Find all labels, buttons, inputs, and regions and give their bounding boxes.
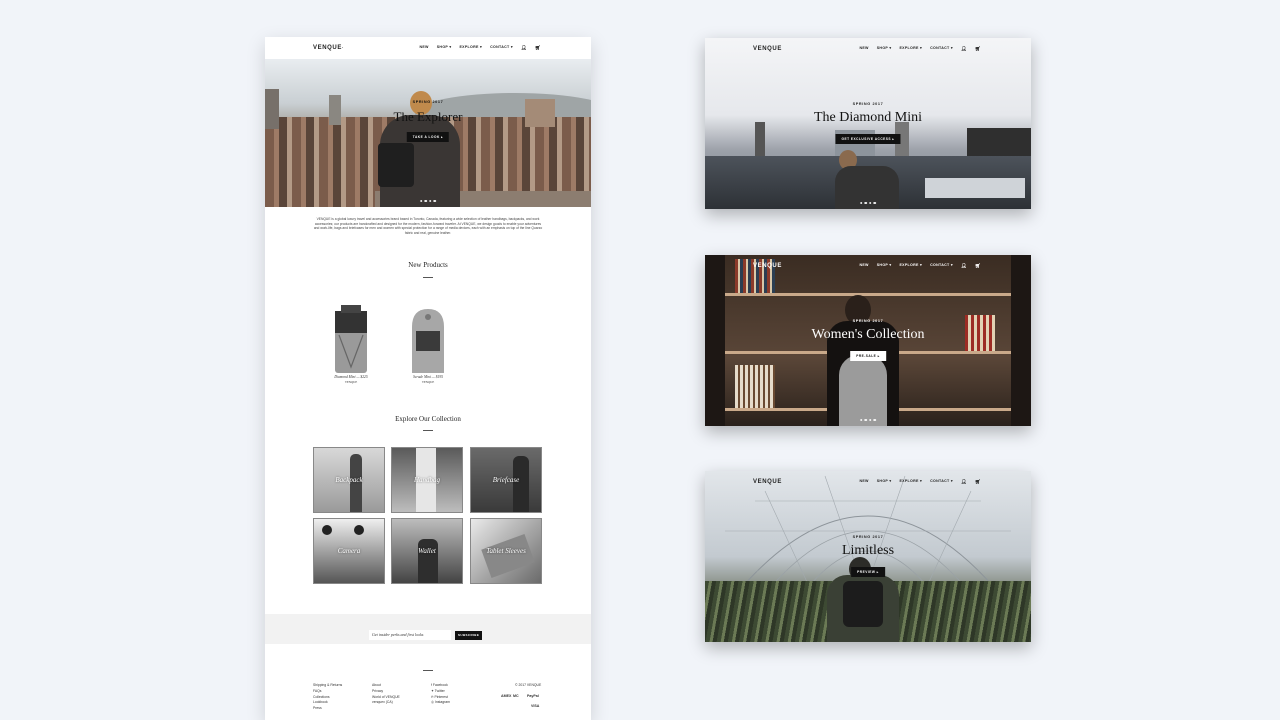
divider [423,670,433,671]
tile-label: Camera [337,547,361,555]
user-icon[interactable]: 👤︎ [961,46,967,52]
mock-header: VENQUE NEW SHOP ▾ EXPLORE ▾ CONTACT ▾ 👤︎… [753,471,981,493]
cart-icon[interactable]: 🛒︎ [975,479,981,485]
cart-icon[interactable]: 🛒︎ [975,46,981,52]
subscribe-button[interactable]: SUBSCRIBE [455,631,483,640]
footer-link[interactable]: venquex (CA) [372,700,400,706]
nav-explore[interactable]: EXPLORE ▾ [899,46,922,52]
tile-label: Tablet Sleeves [486,547,526,555]
backpack-image[interactable] [331,305,371,375]
hero-banner: SPRING 2017 The Explorer TAKE A LOOK ▸ [265,59,591,207]
product-brand: VENQUE [421,379,435,384]
footer-link[interactable]: Shipping & Returns [313,683,342,689]
nav-new[interactable]: NEW [859,479,868,485]
brand-logo[interactable]: VENQUE [753,479,782,485]
hero-title: The Explorer [393,109,463,124]
hero-kicker: SPRING 2017 [412,100,444,104]
user-icon[interactable]: 👤︎ [961,479,967,485]
mock-title: Women's Collection [811,327,925,342]
tile-label: Wallet [418,547,436,555]
nav-shop[interactable]: SHOP ▾ [877,479,892,485]
mock-title: The Diamond Mini [813,110,923,125]
nav-explore[interactable]: EXPLORE ▾ [459,45,482,51]
amex-icon: AMEX [501,694,512,698]
nav-new[interactable]: NEW [419,45,428,51]
cart-icon[interactable]: 🛒︎ [535,45,541,51]
product-brand: VENQUE [344,379,358,384]
nav-shop[interactable]: SHOP ▾ [437,45,452,51]
mock-header: VENQUE NEW SHOP ▾ EXPLORE ▾ CONTACT ▾ 👤︎… [753,255,981,277]
mock-cta-button[interactable]: PREVIEW ▸ [851,567,885,577]
divider [423,277,433,278]
brand-intro-text: VENQUE is a global luxury travel and acc… [313,217,543,235]
mock-title: Limitless [841,543,895,558]
cart-icon[interactable]: 🛒︎ [975,263,981,269]
hero-variant-diamond-mini: VENQUE NEW SHOP ▾ EXPLORE ▾ CONTACT ▾ 👤︎… [705,38,1031,209]
footer-link[interactable]: Press [313,706,342,712]
nav-new[interactable]: NEW [859,46,868,52]
collection-tile-tablet-sleeves[interactable]: Tablet Sleeves [470,518,542,584]
user-icon[interactable]: 👤︎ [961,263,967,269]
brand-logo[interactable]: VENQUE [313,45,342,51]
nav-shop[interactable]: SHOP ▾ [877,263,892,269]
nav-contact[interactable]: CONTACT ▾ [930,46,953,52]
slider-dots[interactable] [420,200,436,203]
tile-label: Handbag [413,476,441,484]
paypal-icon: PayPal [527,694,539,698]
nav-contact[interactable]: CONTACT ▾ [930,479,953,485]
hero-variant-limitless: VENQUE NEW SHOP ▾ EXPLORE ▾ CONTACT ▾ 👤︎… [705,471,1031,642]
footer-link-instagram[interactable]: ◎ Instagram [431,700,450,706]
nav-contact[interactable]: CONTACT ▾ [490,45,513,51]
new-products-title: New Products [408,261,448,269]
backpack-image[interactable] [408,305,448,375]
tile-label: Backpack [335,476,363,484]
visa-icon: VISA [531,704,540,708]
nav-contact[interactable]: CONTACT ▾ [930,263,953,269]
hero-cta-button[interactable]: TAKE A LOOK ▸ [406,132,450,142]
divider [423,430,433,431]
collection-tile-handbag[interactable]: Handbag [391,447,463,513]
main-nav: NEW SHOP ▾ EXPLORE ▾ CONTACT ▾ 👤︎ 🛒︎ [419,45,541,51]
nav-explore[interactable]: EXPLORE ▾ [899,479,922,485]
slider-dots[interactable] [860,202,876,205]
newsletter-email-input[interactable]: Get insider perks and first looks [369,630,451,640]
mock-kicker: SPRING 2017 [852,535,884,539]
brand-logo[interactable]: VENQUE [753,263,782,269]
collection-tile-briefcase[interactable]: Briefcase [470,447,542,513]
mock-kicker: SPRING 2017 [852,319,884,323]
mock-kicker: SPRING 2017 [852,102,884,106]
brand-logo[interactable]: VENQUE [753,46,782,52]
user-icon[interactable]: 👤︎ [521,45,527,51]
mock-header: VENQUE NEW SHOP ▾ EXPLORE ▾ CONTACT ▾ 👤︎… [753,38,981,60]
product-card[interactable]: Scrude Mini — $195 VENQUE [398,305,458,385]
newsletter-section: Get insider perks and first looks SUBSCR… [265,614,591,644]
copyright: © 2017 VENQUE [515,683,542,687]
collection-tile-backpack[interactable]: Backpack [313,447,385,513]
mock-cta-button[interactable]: PRE-SALE ▸ [850,351,886,361]
site-header: VENQUE ° NEW SHOP ▾ EXPLORE ▾ CONTACT ▾ 👤… [313,45,541,51]
collection-title: Explore Our Collection [395,415,461,423]
collection-tile-wallet[interactable]: Wallet [391,518,463,584]
footer-col-2: About Privacy World of VENQUE venquex (C… [372,683,400,706]
collection-tile-camera[interactable]: Camera [313,518,385,584]
homepage-mockup: VENQUE ° NEW SHOP ▾ EXPLORE ▾ CONTACT ▾ 👤… [265,37,591,720]
footer-social: f Facebook ✦ Twitter ℗ Pinterest ◎ Insta… [431,683,450,706]
mock-cta-button[interactable]: GET EXCLUSIVE ACCESS ▸ [835,134,901,144]
tile-label: Briefcase [492,476,520,484]
slider-dots[interactable] [860,419,876,422]
footer-col-1: Shipping & Returns FAQs Collections Look… [313,683,342,712]
hero-variant-womens-collection: VENQUE NEW SHOP ▾ EXPLORE ▾ CONTACT ▾ 👤︎… [705,255,1031,426]
product-card[interactable]: Diamond Mini — $225 VENQUE [321,305,381,385]
nav-explore[interactable]: EXPLORE ▾ [899,263,922,269]
mastercard-icon: MC [513,694,519,698]
nav-new[interactable]: NEW [859,263,868,269]
nav-shop[interactable]: SHOP ▾ [877,46,892,52]
